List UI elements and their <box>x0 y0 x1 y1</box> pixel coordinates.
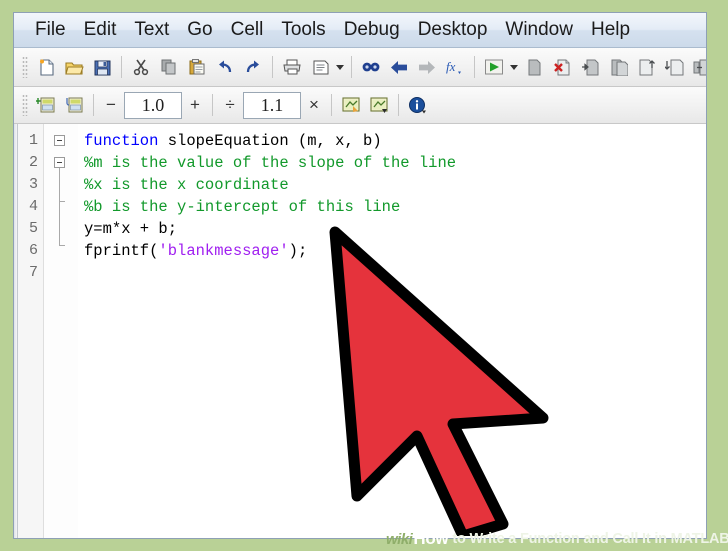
multiply-button[interactable]: × <box>302 95 326 115</box>
new-file-icon[interactable] <box>32 53 60 81</box>
step-out-icon[interactable] <box>632 53 660 81</box>
toolbar-separator <box>398 94 399 116</box>
code-line-2: %m is the value of the slope of the line <box>84 152 706 174</box>
continue-icon[interactable] <box>660 53 688 81</box>
copy-icon[interactable] <box>155 53 183 81</box>
menu-help[interactable]: Help <box>582 14 639 46</box>
line-number: 5 <box>28 220 38 237</box>
screenshot-root: File Edit Text Go Cell Tools Debug Deskt… <box>0 0 728 551</box>
code-token-plain: slopeEquation (m, x, b) <box>158 132 382 150</box>
evaluate-cell-icon[interactable] <box>337 91 365 119</box>
back-arrow-icon[interactable] <box>385 53 413 81</box>
info-icon[interactable] <box>404 91 432 119</box>
line-number: 7 <box>28 264 38 281</box>
fold-connector-line <box>59 168 60 246</box>
fold-tick-end <box>59 245 65 246</box>
undo-icon[interactable] <box>211 53 239 81</box>
code-token-keyword: function <box>84 132 159 150</box>
watermark-title: to Write a Function and Call It in MATLA… <box>452 531 728 547</box>
code-editor[interactable]: 1 2 3 4 5 6 7 function slopeEquation (m,… <box>14 124 706 538</box>
code-token-plain: ); <box>288 242 308 260</box>
forward-arrow-icon[interactable] <box>413 53 441 81</box>
menu-edit[interactable]: Edit <box>75 14 126 46</box>
code-line-5: y=m*x + b; <box>84 218 706 240</box>
line-number: 6 <box>28 242 38 259</box>
divide-button[interactable]: ÷ <box>218 95 242 115</box>
function-browser-icon[interactable]: fx <box>441 53 469 81</box>
line-number-gutter: 1 2 3 4 5 6 7 <box>18 124 44 538</box>
exit-debug-icon[interactable] <box>688 53 706 81</box>
code-line-6: fprintf('blankmessage'); <box>84 240 706 262</box>
decrement-button[interactable]: − <box>99 95 123 115</box>
wikihow-watermark: wiki How to Write a Function and Call It… <box>386 529 728 549</box>
open-folder-icon[interactable] <box>60 53 88 81</box>
code-token-comment: %m is the value of the slope of the line <box>84 154 457 172</box>
line-number: 3 <box>28 176 38 193</box>
toolbar-separator <box>212 94 213 116</box>
menu-cell[interactable]: Cell <box>222 14 273 46</box>
menu-bar: File Edit Text Go Cell Tools Debug Deskt… <box>14 13 706 48</box>
menu-desktop[interactable]: Desktop <box>409 14 497 46</box>
fold-tick <box>59 201 65 202</box>
code-token-comment: %b is the y-intercept of this line <box>84 198 401 216</box>
toolbar-separator <box>474 56 475 78</box>
insert-cell-icon[interactable] <box>32 91 60 119</box>
toolbar-grip[interactable] <box>22 56 28 78</box>
print-dropdown-caret[interactable] <box>334 54 346 80</box>
toolbar-separator <box>272 56 273 78</box>
find-icon[interactable] <box>357 53 385 81</box>
main-toolbar: fx <box>14 48 706 87</box>
decrement-value-field[interactable]: 1.0 <box>124 91 182 119</box>
cell-toolbar: − 1.0 + ÷ 1.1 × <box>14 87 706 124</box>
code-token-plain: fprintf( <box>84 242 159 260</box>
code-text-area[interactable]: function slopeEquation (m, x, b) %m is t… <box>78 124 706 538</box>
clear-breakpoints-icon[interactable] <box>548 53 576 81</box>
save-run-icon[interactable] <box>520 53 548 81</box>
toolbar-separator <box>93 94 94 116</box>
code-line-3: %x is the x coordinate <box>84 174 706 196</box>
insert-cell-divider-icon[interactable] <box>60 91 88 119</box>
print-icon[interactable] <box>278 53 306 81</box>
cut-icon[interactable] <box>127 53 155 81</box>
toolbar-separator <box>121 56 122 78</box>
evaluate-cell-advance-icon[interactable] <box>365 91 393 119</box>
menu-debug[interactable]: Debug <box>335 14 409 46</box>
code-token-comment: %x is the x coordinate <box>84 176 289 194</box>
matlab-editor-window: File Edit Text Go Cell Tools Debug Deskt… <box>13 12 707 539</box>
divide-value-field[interactable]: 1.1 <box>243 91 301 119</box>
step-in-icon[interactable] <box>604 53 632 81</box>
fold-toggle-line-2[interactable] <box>54 157 65 168</box>
code-line-4: %b is the y-intercept of this line <box>84 196 706 218</box>
line-number: 2 <box>28 154 38 171</box>
menu-go[interactable]: Go <box>178 14 221 46</box>
run-dropdown-caret[interactable] <box>508 54 520 80</box>
paste-icon[interactable] <box>183 53 211 81</box>
save-icon[interactable] <box>88 53 116 81</box>
toolbar-grip[interactable] <box>22 94 28 116</box>
step-icon[interactable] <box>576 53 604 81</box>
code-token-plain: y=m*x + b; <box>84 220 178 238</box>
menu-tools[interactable]: Tools <box>272 14 334 46</box>
svg-text:fx: fx <box>446 59 456 74</box>
code-line-1: function slopeEquation (m, x, b) <box>84 130 706 152</box>
watermark-wiki: wiki <box>386 530 413 548</box>
fold-toggle-line-1[interactable] <box>54 135 65 146</box>
toolbar-separator <box>331 94 332 116</box>
print-preview-icon[interactable] <box>306 53 334 81</box>
increment-button[interactable]: + <box>183 95 207 115</box>
menu-window[interactable]: Window <box>496 14 582 46</box>
code-token-string: 'blankmessage' <box>158 242 289 260</box>
menu-file[interactable]: File <box>26 14 75 46</box>
code-fold-gutter[interactable] <box>44 124 78 538</box>
toolbar-separator <box>351 56 352 78</box>
watermark-how: How <box>413 529 449 548</box>
line-number: 1 <box>28 132 38 149</box>
menu-text[interactable]: Text <box>125 14 178 46</box>
run-icon[interactable] <box>480 53 508 81</box>
line-number: 4 <box>28 198 38 215</box>
redo-icon[interactable] <box>239 53 267 81</box>
